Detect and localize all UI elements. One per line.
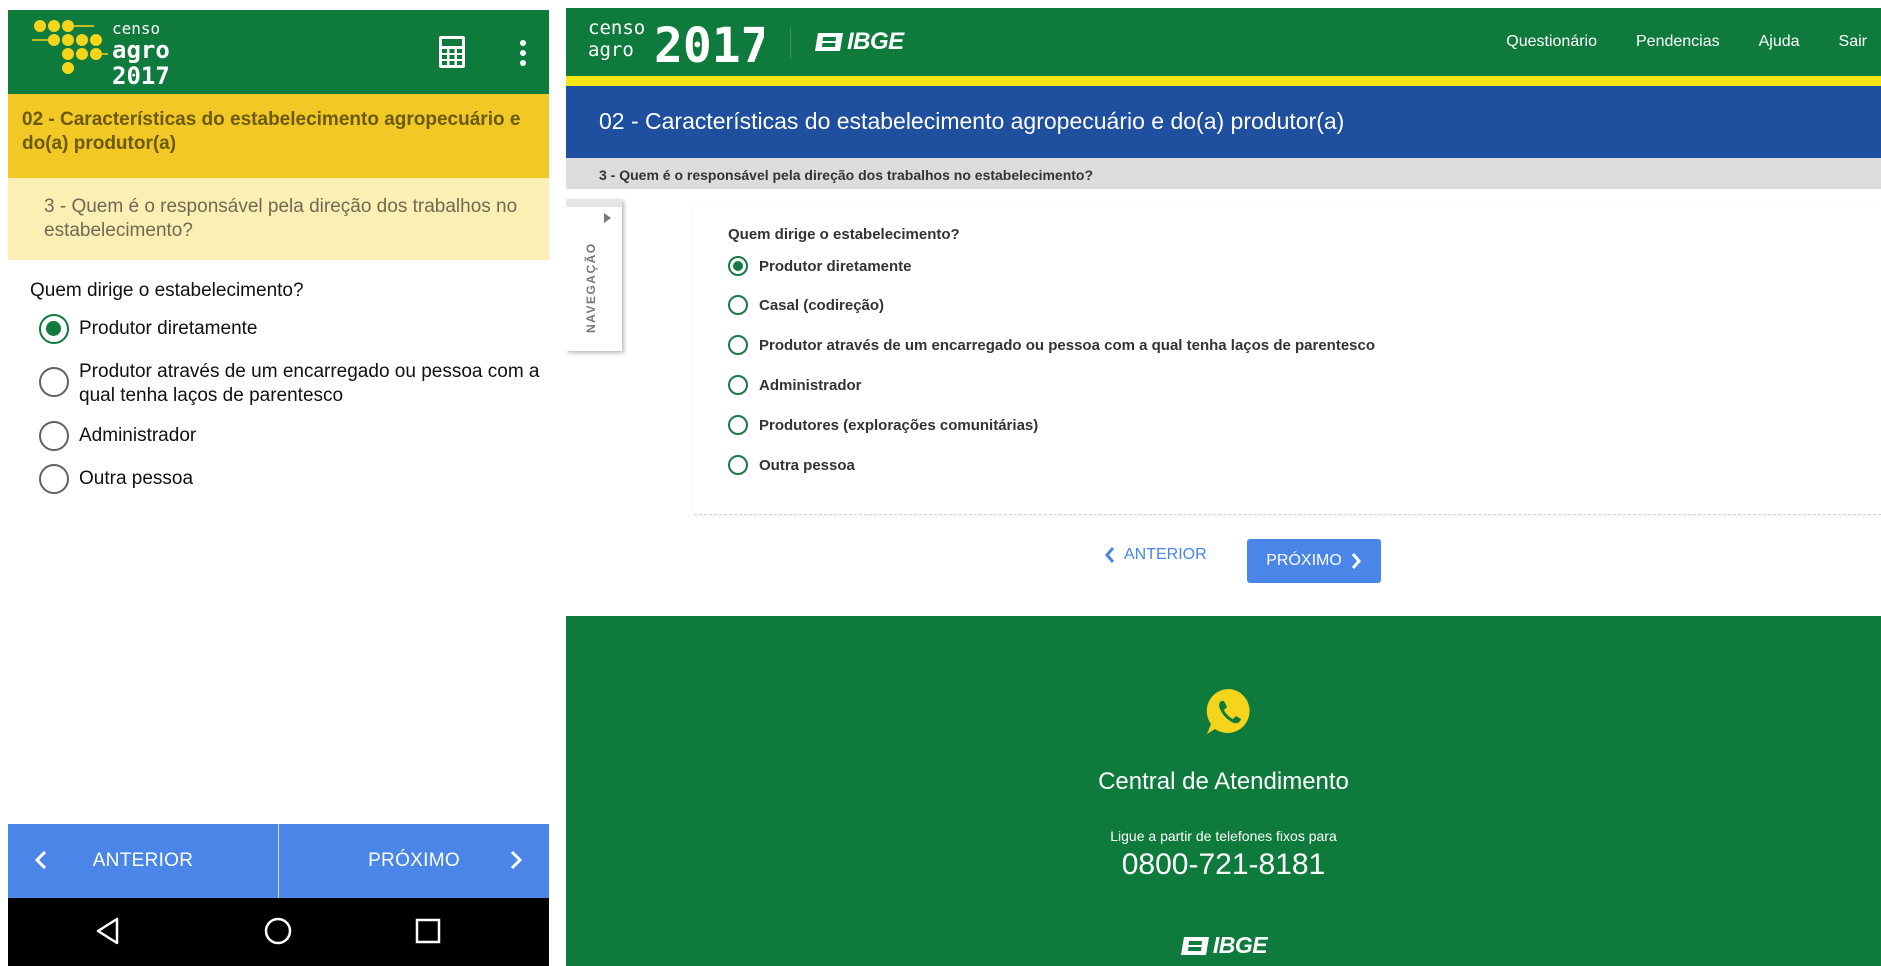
site-header: censo agro 2017 IBGE Questionário Penden…	[566, 8, 1881, 76]
censo-agro-logo: censo agro 2017	[588, 17, 764, 68]
back-triangle-icon[interactable]	[93, 916, 123, 946]
question-title: 3 - Quem é o responsável pela direção do…	[566, 158, 1881, 189]
radio-option-label: Produtor através de um encarregado ou pe…	[79, 361, 540, 406]
previous-button-label: ANTERIOR	[92, 850, 194, 871]
section-title: 02 - Características do estabelecimento …	[22, 109, 521, 154]
radio-option[interactable]: Produtor através de um encarregado ou pe…	[728, 325, 1881, 365]
radio-option[interactable]: Administrador	[728, 365, 1881, 405]
radio-option-label: Outra pessoa	[79, 468, 194, 489]
desktop-web-screen: censo agro 2017 IBGE Questionário Penden…	[566, 8, 1881, 966]
question-header: 3 - Quem é o responsável pela direção do…	[8, 178, 549, 260]
censo-agro-logo: censo agro 2017	[32, 19, 170, 88]
whatsapp-icon[interactable]	[1203, 686, 1255, 738]
navigation-tab-label: NAVEGAÇÃO	[584, 242, 598, 333]
more-vert-icon[interactable]	[513, 36, 533, 70]
chevron-left-icon	[1105, 547, 1115, 563]
radio-option[interactable]: Produtores (explorações comunitárias)	[728, 405, 1881, 445]
mobile-nav-bar: ANTERIOR PRÓXIMO	[8, 824, 549, 898]
radio-button-checked[interactable]	[728, 256, 748, 276]
radio-option[interactable]: Produtor diretamente	[728, 251, 1881, 281]
support-center-title: Central de Atendimento	[1098, 768, 1349, 795]
footer-ibge-text: IBGE	[1212, 932, 1268, 958]
radio-option-label: Produtor diretamente	[759, 257, 912, 275]
chevron-left-icon	[34, 850, 47, 870]
radio-option-label: Outra pessoa	[759, 456, 855, 474]
svg-text:agro: agro	[588, 39, 634, 61]
radio-option-label: Casal (codireção)	[759, 296, 885, 314]
radio-button[interactable]	[39, 367, 69, 397]
header-accent-stripe	[566, 76, 1881, 86]
section-title: 02 - Características do estabelecimento …	[566, 86, 1881, 158]
mobile-app-screen: censo agro 2017 02 - Características do …	[8, 10, 549, 966]
menu-pendencias[interactable]: Pendencias	[1636, 33, 1720, 51]
svg-text:censo: censo	[588, 17, 645, 39]
next-button-label: PRÓXIMO	[368, 850, 460, 871]
radio-option[interactable]: Produtor através de um encarregado ou pe…	[30, 357, 549, 408]
top-menu: Questionário Pendencias Ajuda Sair	[1506, 33, 1867, 51]
question-label: Quem dirige o estabelecimento?	[728, 226, 960, 243]
menu-questionario[interactable]: Questionário	[1506, 33, 1597, 51]
radio-button[interactable]	[728, 415, 748, 435]
main-content: NAVEGAÇÃO Quem dirige o estabelecimento?…	[566, 189, 1881, 614]
radio-option-label: Produtor através de um encarregado ou pe…	[759, 336, 1376, 354]
ibge-emblem-icon	[815, 33, 843, 51]
question-label: Quem dirige o estabelecimento?	[30, 280, 304, 301]
radio-option[interactable]: Produtor diretamente	[30, 314, 549, 344]
ibge-logo: IBGE	[814, 28, 904, 56]
radio-button[interactable]	[728, 295, 748, 315]
previous-button-label: ANTERIOR	[1124, 546, 1207, 563]
menu-ajuda[interactable]: Ajuda	[1759, 33, 1800, 51]
svg-text:2017: 2017	[654, 18, 764, 68]
radio-button[interactable]	[728, 335, 748, 355]
svg-text:2017: 2017	[112, 62, 170, 88]
next-button-label: PRÓXIMO	[1266, 552, 1342, 569]
next-button[interactable]: PRÓXIMO	[279, 824, 549, 898]
question-form: Quem dirige o estabelecimento? Produtor …	[694, 201, 1881, 515]
previous-button[interactable]: ANTERIOR	[1104, 546, 1207, 564]
radio-option-label: Produtores (explorações comunitárias)	[759, 416, 1039, 434]
radio-button[interactable]	[39, 421, 69, 451]
radio-option-label: Produtor diretamente	[79, 318, 258, 339]
ibge-emblem-icon	[1180, 936, 1209, 955]
mobile-top-bar: censo agro 2017	[8, 10, 549, 94]
chevron-right-icon	[510, 850, 523, 870]
radio-option-label: Administrador	[79, 425, 197, 446]
android-system-bar	[8, 898, 549, 966]
header-divider	[790, 28, 791, 58]
recents-square-icon[interactable]	[413, 916, 443, 946]
svg-text:agro: agro	[112, 36, 170, 64]
radio-button-checked[interactable]	[39, 314, 69, 344]
calculator-icon[interactable]	[439, 36, 465, 68]
footer-ibge-logo: IBGE	[566, 932, 1881, 959]
radio-option[interactable]: Outra pessoa	[30, 464, 549, 494]
ibge-logo-text: IBGE	[847, 28, 904, 55]
home-circle-icon[interactable]	[263, 916, 293, 946]
menu-sair[interactable]: Sair	[1839, 33, 1867, 51]
support-phone-number: 0800-721-8181	[1121, 848, 1326, 881]
site-footer: Central de Atendimento Ligue a partir de…	[566, 616, 1881, 966]
question-body: Quem dirige o estabelecimento? Produtor …	[8, 260, 549, 494]
navigation-side-tab[interactable]: NAVEGAÇÃO	[566, 199, 622, 351]
radio-button[interactable]	[728, 455, 748, 475]
chevron-right-icon	[1351, 553, 1361, 569]
previous-button[interactable]: ANTERIOR	[8, 824, 279, 898]
radio-option-label: Administrador	[759, 376, 862, 394]
radio-option[interactable]: Administrador	[30, 421, 549, 451]
section-header: 02 - Características do estabelecimento …	[8, 94, 549, 178]
radio-button[interactable]	[39, 464, 69, 494]
caret-right-icon	[604, 213, 611, 223]
next-button[interactable]: PRÓXIMO	[1247, 539, 1381, 583]
support-instructions: Ligue a partir de telefones fixos para	[1110, 828, 1337, 844]
radio-button[interactable]	[728, 375, 748, 395]
radio-option[interactable]: Casal (codireção)	[728, 285, 1881, 325]
radio-option[interactable]: Outra pessoa	[728, 445, 1881, 485]
